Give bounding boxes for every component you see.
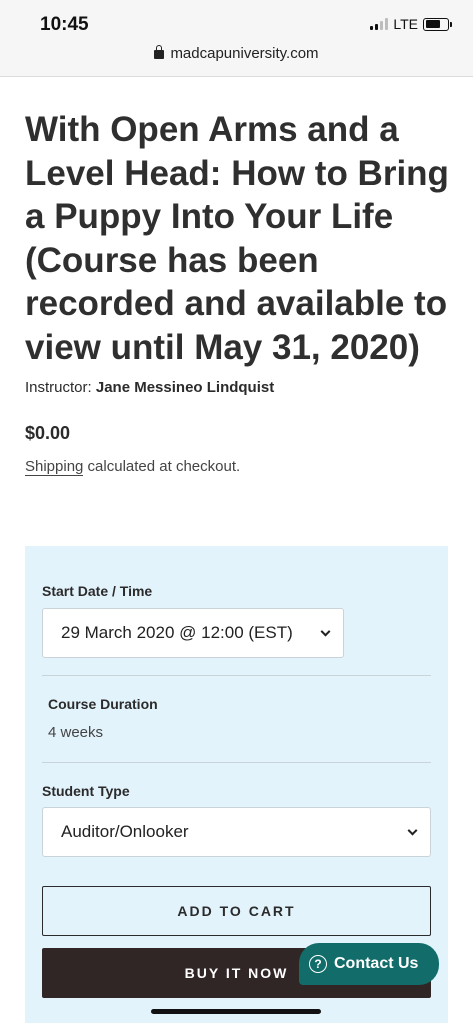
start-date-select[interactable]: 29 March 2020 @ 12:00 (EST): [42, 608, 344, 658]
chevron-down-icon: [407, 825, 418, 836]
network-label: LTE: [393, 16, 418, 32]
home-indicator: [151, 1009, 321, 1014]
instructor-label: Instructor:: [25, 379, 92, 396]
url-text: madcapuniversity.com: [170, 45, 319, 62]
instructor-name: Jane Messineo Lindquist: [95, 379, 275, 396]
add-to-cart-button[interactable]: ADD TO CART: [42, 886, 431, 936]
chevron-down-icon: [320, 626, 331, 637]
product-price: $0.00: [25, 423, 71, 443]
battery-icon: [423, 17, 452, 31]
shipping-note: Shipping calculated at checkout.: [25, 458, 450, 476]
course-duration-value: 4 weeks: [48, 724, 104, 741]
help-icon: ?: [309, 955, 327, 973]
lock-icon: [154, 45, 165, 59]
divider: [42, 762, 431, 763]
start-date-label: Start Date / Time: [42, 583, 153, 599]
browser-status-bar: 10:45 LTE madcapuniversity.com: [0, 0, 473, 77]
clock: 10:45: [40, 14, 89, 35]
course-duration-label: Course Duration: [48, 696, 158, 712]
address-bar[interactable]: madcapuniversity.com: [0, 45, 473, 62]
student-type-value: Auditor/Onlooker: [61, 822, 189, 841]
divider: [42, 675, 431, 676]
instructor-line: Instructor: Jane Messineo Lindquist: [25, 379, 450, 396]
start-date-value: 29 March 2020 @ 12:00 (EST): [61, 623, 293, 642]
status-icons: LTE: [370, 16, 452, 32]
signal-icon: [370, 18, 389, 30]
contact-us-button[interactable]: ? Contact Us: [299, 943, 439, 985]
shipping-link[interactable]: Shipping: [25, 458, 84, 476]
student-type-label: Student Type: [42, 783, 130, 799]
product-title: With Open Arms and a Level Head: How to …: [25, 110, 449, 367]
student-type-select[interactable]: Auditor/Onlooker: [42, 807, 431, 857]
shipping-text: calculated at checkout.: [83, 458, 241, 475]
product-info: With Open Arms and a Level Head: How to …: [25, 108, 450, 476]
contact-us-label: Contact Us: [334, 955, 419, 972]
